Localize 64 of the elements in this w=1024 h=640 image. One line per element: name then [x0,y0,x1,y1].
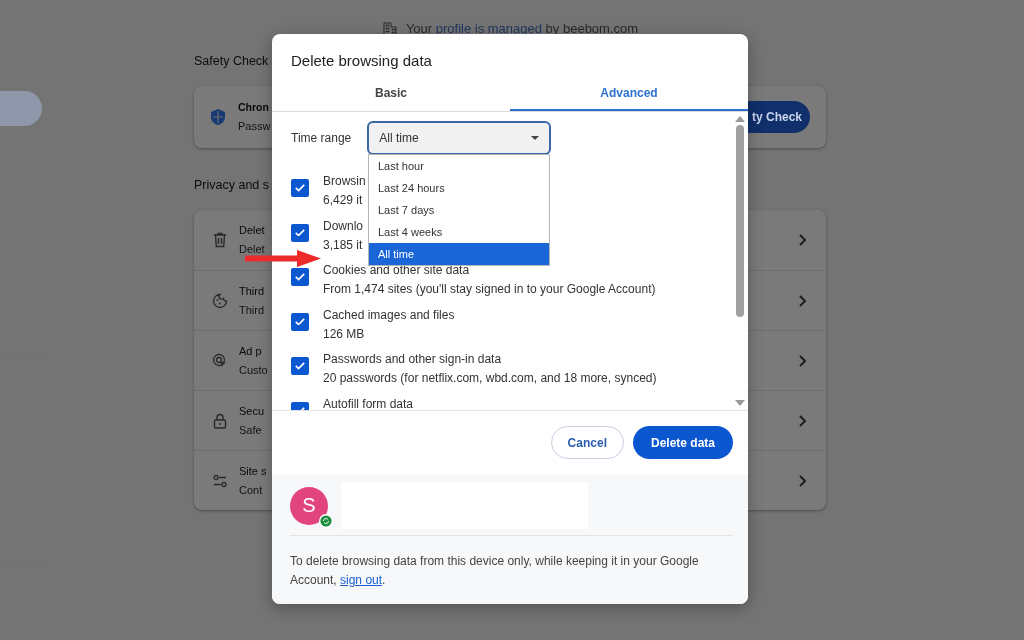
item-detail: 126 MB [323,325,366,343]
row-subtitle: Delet [239,242,265,257]
chevron-right-icon[interactable] [798,354,806,367]
chevron-right-icon[interactable] [798,474,806,487]
row-subtitle: Cont [239,482,263,498]
time-range-dropdown[interactable]: All time [367,121,552,155]
section-title: Safety Check [194,54,269,70]
item-title: Downlo [323,217,364,235]
sync-badge-icon [319,513,333,528]
item-title: Passwords and other sign-in data [323,351,503,368]
tab[interactable]: Advanced [510,75,748,111]
menu-option[interactable]: Last hour [369,155,549,177]
scroll-up-icon[interactable] [735,116,745,122]
delete-data-button[interactable]: Delete data [632,426,733,459]
section-title: Privacy and s [194,178,270,194]
row-title: Secu [239,403,265,419]
item-title: Cached images and files [323,306,455,324]
row-title: Third [239,283,265,299]
item-title: Browsin [323,173,366,190]
checkmark-icon [295,317,305,325]
card-title: Chron [238,100,269,115]
lock-icon [212,412,228,429]
menu-option[interactable]: Last 24 hours [369,177,549,199]
sign-out-note: To delete browsing data from this device only, while keeping it in your Google Account, sign out. [290,553,700,589]
chevron-right-icon[interactable] [798,234,806,246]
shield-icon [210,108,226,126]
item-detail: 20 passwords (for netflix.com, wbd.com, and 18 more, synced) [323,370,657,387]
target-cursor-icon [212,352,228,369]
checkmark-icon [295,228,305,236]
checkbox[interactable] [291,223,309,242]
tab[interactable]: Basic [272,75,510,111]
caret-icon [531,136,540,140]
checkbox[interactable] [291,179,309,197]
cancel-button[interactable]: Cancel [550,426,624,459]
cookie-icon [212,292,228,309]
row-title: Delet [239,223,265,238]
row-title: Ad p [239,343,262,359]
row-subtitle: Third [239,302,265,318]
checkbox[interactable] [291,312,309,331]
scroll-down-icon[interactable] [735,400,745,406]
checkmark-icon [295,362,305,370]
row-subtitle: Safe [239,422,262,438]
menu-option[interactable]: Last 7 days [369,199,549,221]
item-detail: 6,429 it [323,192,364,209]
dialog-title: Delete browsing data [290,51,433,71]
menu-option[interactable]: All time [369,243,549,265]
checkmark-icon [295,273,305,281]
checkmark-icon [295,184,305,192]
item-title: Autofill form data [323,395,414,410]
item-title: Cookies and other site data [323,262,471,279]
checkbox[interactable] [291,357,309,375]
checkbox[interactable] [291,268,309,286]
trash-icon [212,232,228,248]
chevron-right-icon[interactable] [798,294,806,307]
time-range-label: Time range [291,131,352,145]
card-subtitle: Passw [238,119,271,134]
row-subtitle: Custo [239,362,268,378]
sliders-icon [212,472,228,489]
item-detail: 3,185 it [323,236,364,254]
row-title: Site s [239,463,267,479]
building-icon [381,21,398,37]
chevron-right-icon[interactable] [798,414,806,427]
menu-option[interactable]: Last 4 weeks [369,221,549,243]
item-detail: From 1,474 sites (you'll stay signed in to your Google Account) [323,281,656,298]
